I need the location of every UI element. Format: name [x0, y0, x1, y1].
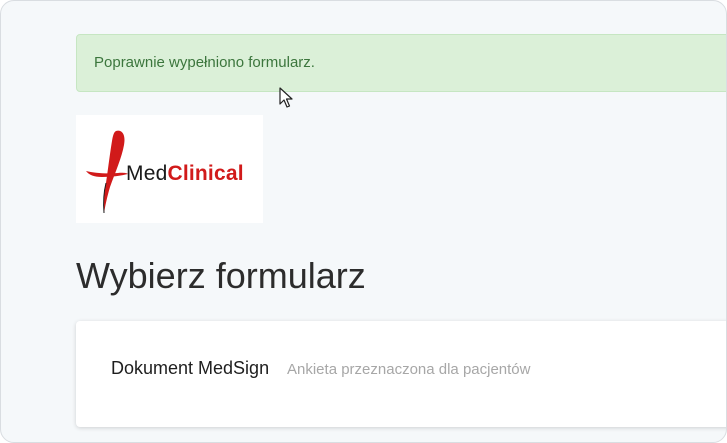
page-frame: Poprawnie wypełniono formularz. MedClini…	[0, 0, 727, 443]
medclinical-logo-icon	[86, 130, 128, 214]
success-alert: Poprawnie wypełniono formularz.	[76, 34, 726, 92]
medclinical-logo: MedClinical	[76, 115, 263, 223]
logo-text-clinical: Clinical	[167, 162, 244, 185]
form-description: Ankieta przeznaczona dla pacjentów	[287, 361, 531, 378]
form-name[interactable]: Dokument MedSign	[111, 358, 269, 379]
page-title: Wybierz formularz	[76, 255, 366, 296]
logo-text-med: Med	[126, 162, 168, 185]
form-card-medsign[interactable]: Dokument MedSign Ankieta przeznaczona dl…	[76, 321, 726, 427]
mouse-pointer-icon	[279, 87, 293, 108]
success-alert-message: Poprawnie wypełniono formularz.	[94, 54, 315, 71]
logo-wordmark: MedClinical	[126, 162, 244, 186]
